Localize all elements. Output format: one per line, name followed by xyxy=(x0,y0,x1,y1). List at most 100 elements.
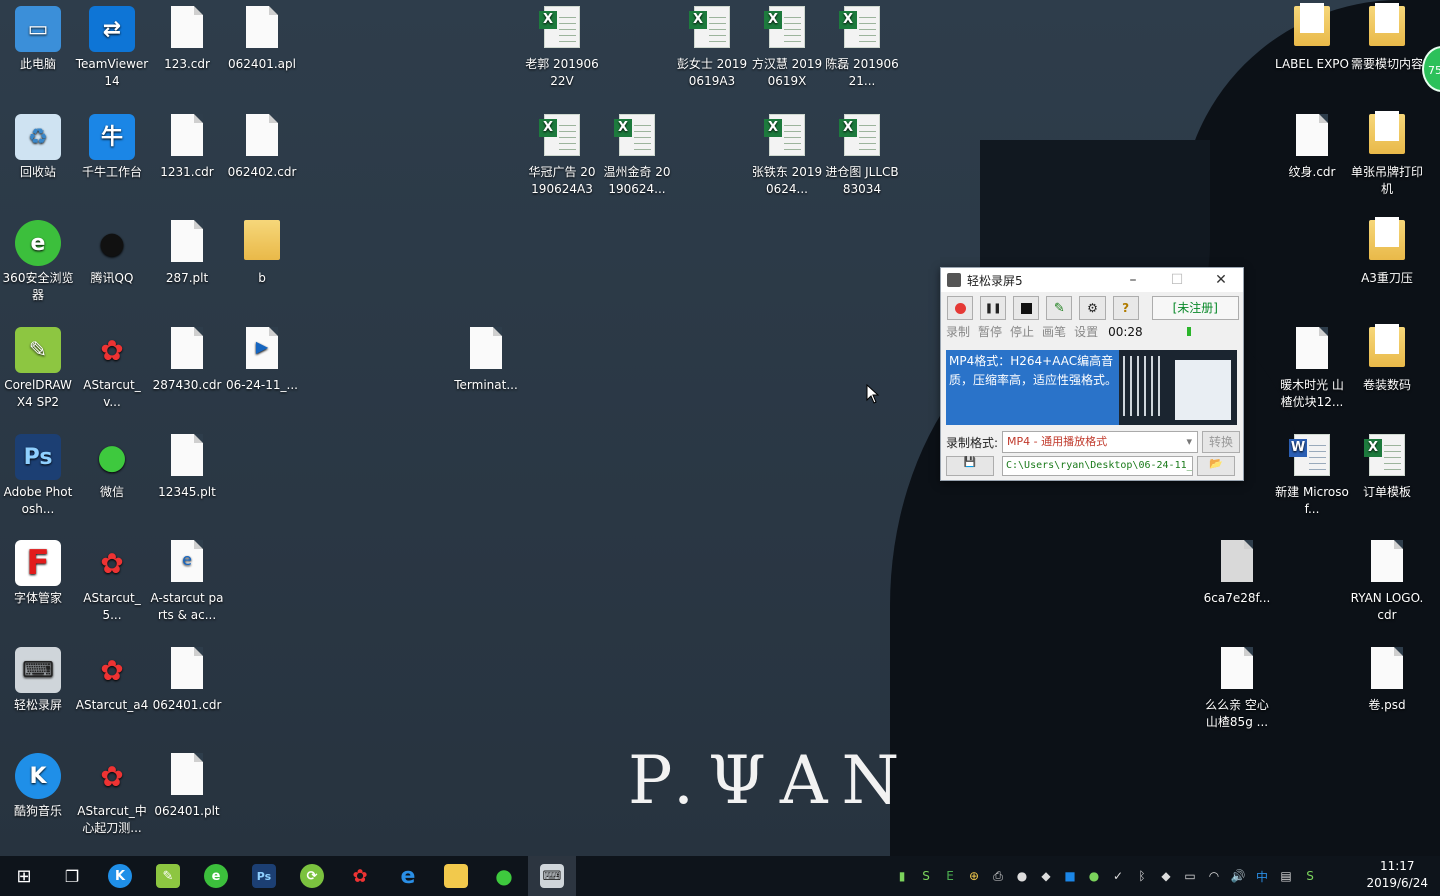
desktop-icon-pdf-astarcut[interactable]: e A-starcut parts & ac... xyxy=(149,534,225,624)
input-method-icon[interactable]: 中 xyxy=(1254,868,1270,884)
desktop-icon-123cdr[interactable]: 123.cdr xyxy=(149,0,225,73)
settings-button[interactable]: ⚙ xyxy=(1079,296,1106,320)
maximize-button[interactable]: ☐ xyxy=(1155,272,1199,288)
taskbar-clock[interactable]: 11:17 2019/6/24 xyxy=(1366,858,1428,892)
minimize-button[interactable]: – xyxy=(1111,272,1155,288)
taskbar-360-browser[interactable]: e xyxy=(192,856,240,896)
desktop-icon-astarcut-a4[interactable]: ✿ AStarcut_a4 xyxy=(74,641,150,714)
desktop-icon-photoshop[interactable]: Ps Adobe Photosh... xyxy=(0,428,76,518)
desktop-icon-excel-wenzhou[interactable]: X 温州金奇 20190624... xyxy=(599,108,675,198)
wechat-tray-icon[interactable]: ● xyxy=(1014,868,1030,884)
desktop-icon-juanzhuang[interactable]: 卷装数码 xyxy=(1349,321,1425,394)
desktop-icon-new-word[interactable]: W 新建 Microsof... xyxy=(1274,428,1350,518)
convert-button[interactable]: 转换 xyxy=(1202,431,1241,453)
notification-icon[interactable]: ▤ xyxy=(1278,868,1294,884)
desktop-icon-287plt[interactable]: 287.plt xyxy=(149,214,225,287)
task-view-button[interactable]: ❐ xyxy=(48,856,96,896)
desktop-icon-order-template[interactable]: X 订单模板 xyxy=(1349,428,1425,501)
desktop-icon-excel-chenlei[interactable]: X 陈磊 20190621... xyxy=(824,0,900,90)
output-path-field[interactable]: C:\Users\ryan\Desktop\06-24-11_ xyxy=(1002,456,1193,476)
qq-tray-icon[interactable]: ◆ xyxy=(1038,868,1054,884)
recorder-titlebar[interactable]: 轻松录屏5 – ☐ ✕ xyxy=(941,268,1243,292)
taskbar-coreldraw[interactable]: ✎ xyxy=(144,856,192,896)
desktop-icon-astarcut-5[interactable]: ✿ AStarcut_5... xyxy=(74,534,150,624)
taskbar-360-safe[interactable]: ⟳ xyxy=(288,856,336,896)
format-info-panel: MP4格式：H264+AAC编高音质，压缩率高，适应性强格式。 xyxy=(946,350,1237,425)
pause-button[interactable]: ❚❚ xyxy=(980,296,1007,320)
stop-button[interactable] xyxy=(1013,296,1040,320)
desktop-icon-excel-pengnvshi[interactable]: X 彭女士 20190619A3 xyxy=(674,0,750,90)
desktop-icon-1231cdr[interactable]: 1231.cdr xyxy=(149,108,225,181)
taskbar-wechat[interactable]: ● xyxy=(480,856,528,896)
desktop-icon-360-browser[interactable]: e 360安全浏览器 xyxy=(0,214,76,304)
desktop-icon-excel-laoguo[interactable]: X 老郭 20190622V xyxy=(524,0,600,90)
taskbar-file-explorer[interactable] xyxy=(432,856,480,896)
sync-icon[interactable]: S xyxy=(918,868,934,884)
desktop-icon-ryan-logo-cdr[interactable]: RYAN LOGO.cdr xyxy=(1349,534,1425,624)
wifi-icon[interactable]: ◠ xyxy=(1206,868,1222,884)
taskbar-kugou[interactable]: K xyxy=(96,856,144,896)
volume-icon[interactable]: 🔊 xyxy=(1230,868,1246,884)
taskbar-photoshop[interactable]: Ps xyxy=(240,856,288,896)
desktop-icon-qianniu[interactable]: 牛 千牛工作台 xyxy=(74,108,150,181)
desktop-icon-qq[interactable]: ● 腾讯QQ xyxy=(74,214,150,287)
printer-icon[interactable]: ⎙ xyxy=(990,868,1006,884)
battery-green-icon[interactable]: ▮ xyxy=(894,868,910,884)
start-button[interactable]: ⊞ xyxy=(0,856,48,896)
bluetooth-icon[interactable]: ᛒ xyxy=(1134,868,1150,884)
desktop-icon-astarcut-zh[interactable]: ✿ AStarcut_中心起刀测... xyxy=(74,747,150,837)
desktop-icon-terminat[interactable]: Terminat... xyxy=(448,321,524,394)
desktop-icon-062401cdr[interactable]: 062401.cdr xyxy=(149,641,225,714)
desktop-icon-062401apl[interactable]: 062401.apl xyxy=(224,0,300,73)
desktop-icon-kugou[interactable]: K 酷狗音乐 xyxy=(0,747,76,820)
desktop-icon-memeqin[interactable]: 么么亲 空心山楂85g ... xyxy=(1199,641,1275,731)
desktop-icon-062401plt[interactable]: 062401.plt xyxy=(149,747,225,820)
open-folder-button[interactable]: 📂 xyxy=(1197,456,1235,476)
desktop-icon-excel-huaguan[interactable]: X 华冠广告 20190624A3 xyxy=(524,108,600,198)
format-select[interactable]: MP4 - 通用播放格式 xyxy=(1002,431,1199,453)
register-button[interactable]: [未注册] xyxy=(1151,296,1239,320)
desktop-icon-this-pc[interactable]: ▭ 此电脑 xyxy=(0,0,76,73)
desktop-icon-danzhang[interactable]: 单张吊牌打印机 xyxy=(1349,108,1425,198)
record-button[interactable] xyxy=(947,296,974,320)
taskbar-edge[interactable]: e xyxy=(384,856,432,896)
desktop-icon-font-manager[interactable]: F 字体管家 xyxy=(0,534,76,607)
qianniu-tray-icon[interactable]: ■ xyxy=(1062,868,1078,884)
add-icon[interactable]: ⊕ xyxy=(966,868,982,884)
taskbar-recorder[interactable]: ⌨ xyxy=(528,856,576,896)
tool-tray-icon[interactable]: ✓ xyxy=(1110,868,1126,884)
desktop-icon-nuanmu[interactable]: 暖木时光 山楂优块12... xyxy=(1274,321,1350,411)
desktop-icon-excel-fanghanhui[interactable]: X 方汉慧 20190619X xyxy=(749,0,825,90)
save-button[interactable]: 💾 xyxy=(946,456,994,476)
desktop-icon-12345plt[interactable]: 12345.plt xyxy=(149,428,225,501)
desktop-icon-wenshen-cdr[interactable]: 纹身.cdr xyxy=(1274,108,1350,181)
desktop-icon-062402cdr[interactable]: 062402.cdr xyxy=(224,108,300,181)
network-adapter-icon[interactable]: ◆ xyxy=(1158,868,1174,884)
recorder-title: 轻松录屏5 xyxy=(967,273,1023,288)
desktop-icon-qsrecorder[interactable]: ⌨ 轻松录屏 xyxy=(0,641,76,714)
sogou-tray-icon[interactable]: S xyxy=(1302,868,1318,884)
desktop-icon-coreldraw[interactable]: ✎ CorelDRAW X4 SP2 xyxy=(0,321,76,411)
desktop-icon-287430cdr[interactable]: 287430.cdr xyxy=(149,321,225,394)
desktop-icon-juan-psd[interactable]: 卷.psd xyxy=(1349,641,1425,714)
battery-icon[interactable]: ▭ xyxy=(1182,868,1198,884)
tray-app-icon[interactable]: E xyxy=(942,868,958,884)
desktop-icon-label-expo[interactable]: LABEL EXPO xyxy=(1274,0,1350,73)
taskbar-astarcut[interactable]: ✿ xyxy=(336,856,384,896)
close-button[interactable]: ✕ xyxy=(1199,272,1243,288)
desktop-icon-excel-zhangtiedong[interactable]: X 张铁东 20190624... xyxy=(749,108,825,198)
desktop-icon-need-cut[interactable]: 需要模切内容 xyxy=(1349,0,1425,73)
desktop-icon-teamviewer[interactable]: ⇄ TeamViewer 14 xyxy=(74,0,150,90)
help-button[interactable]: ? xyxy=(1112,296,1139,320)
security-tray-icon[interactable]: ● xyxy=(1086,868,1102,884)
desktop-icon-folder-b[interactable]: b xyxy=(224,214,300,287)
desktop-icon-06-24-11[interactable]: ▶ 06-24-11_... xyxy=(224,321,300,394)
desktop-icon-a3-knife[interactable]: A3重刀压 xyxy=(1349,214,1425,287)
desktop-icon-astarcut-v[interactable]: ✿ AStarcut_v... xyxy=(74,321,150,411)
desktop-icon-6ca7e28f[interactable]: 6ca7e28f... xyxy=(1199,534,1275,607)
desktop-icon-recycle-bin[interactable]: ♻ 回收站 xyxy=(0,108,76,181)
pen-button[interactable]: ✎ xyxy=(1046,296,1073,320)
desktop-icon-wechat[interactable]: ● 微信 xyxy=(74,428,150,501)
desktop-icon-excel-jincangtu[interactable]: X 进仓图 JLLCB83034 xyxy=(824,108,900,198)
kugou-icon: K xyxy=(108,864,132,888)
